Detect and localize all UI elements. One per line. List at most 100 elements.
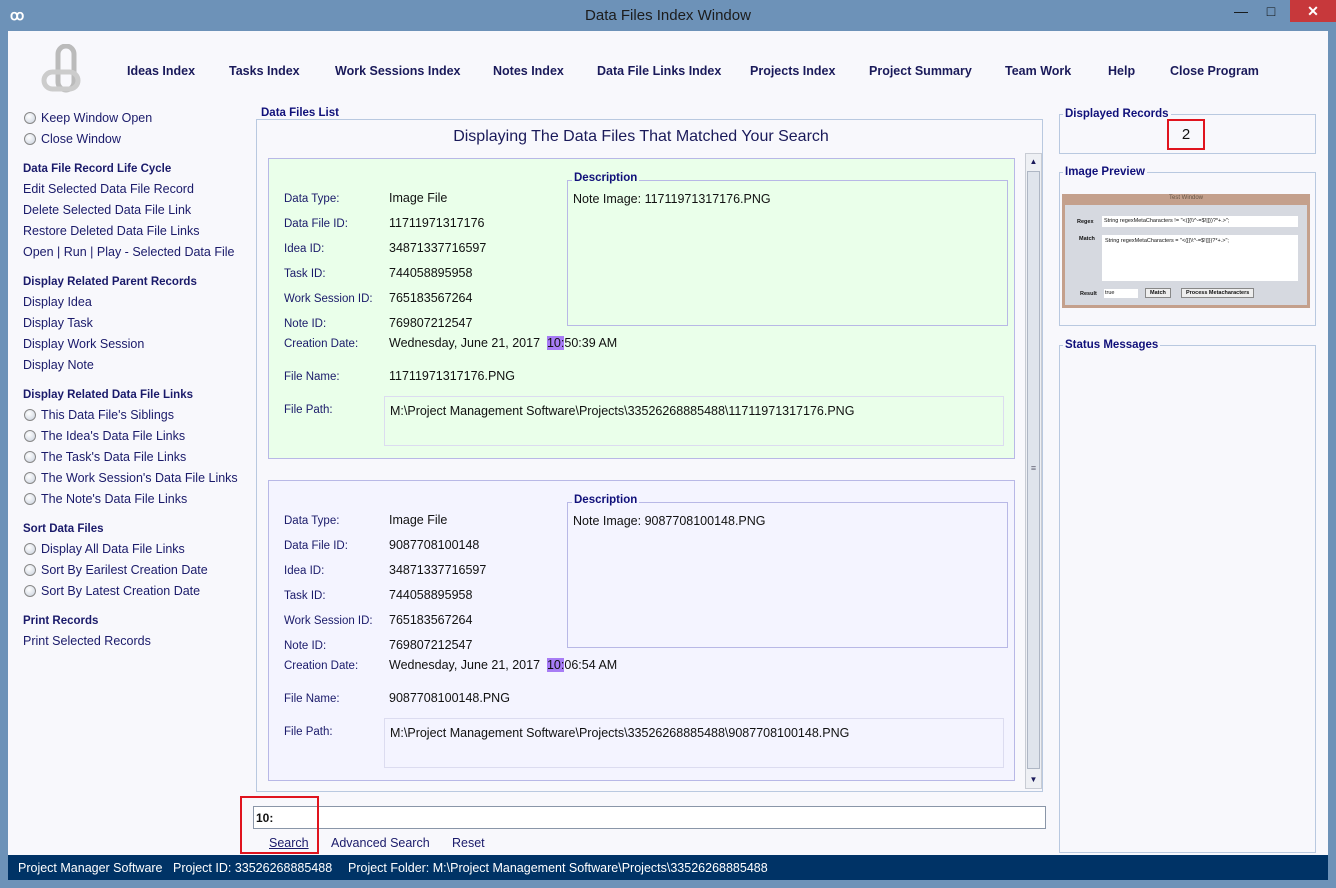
sort-option[interactable]: Sort By Earilest Creation Date: [24, 563, 208, 577]
radio-button[interactable]: [24, 430, 36, 442]
search-input[interactable]: 10:: [253, 806, 1046, 829]
highlight-box: [240, 796, 319, 854]
record-value-description: Note Image: 11711971317176.PNG: [573, 192, 771, 206]
preview-window-title: Test Window: [1168, 195, 1203, 201]
maximize-button[interactable]: □: [1256, 0, 1286, 22]
window-option-label: Close Window: [41, 132, 121, 146]
status-project-id: Project ID: 33526268885488: [173, 861, 333, 875]
record-label-note_id: Note ID:: [284, 318, 327, 330]
sort-option-label: Sort By Latest Creation Date: [41, 584, 201, 598]
image-preview-thumbnail[interactable]: Test Window Regex String regexMetaCharac…: [1062, 194, 1310, 308]
data-files-list-label: Data Files List: [259, 107, 341, 119]
lifecycle-heading: Data File Record Life Cycle: [23, 163, 172, 175]
record-label-idea_id: Idea ID:: [284, 243, 325, 255]
nav-data-file-links-index[interactable]: Data File Links Index: [597, 64, 721, 78]
date-part: 06:54 AM: [564, 658, 618, 672]
record-value-date: Wednesday, June 21, 2017 10:06:54 AM: [389, 658, 617, 672]
data-file-links-option[interactable]: The Idea's Data File Links: [24, 429, 185, 443]
print-heading: Print Records: [23, 615, 99, 627]
advanced-search-button[interactable]: Advanced Search: [331, 836, 430, 850]
radio-button[interactable]: [24, 543, 36, 555]
data-file-links-option-label: This Data File's Siblings: [41, 408, 174, 422]
reset-button[interactable]: Reset: [452, 836, 485, 850]
record-label-name: File Name:: [284, 693, 340, 705]
radio-button[interactable]: [24, 451, 36, 463]
description-label: Description: [572, 494, 640, 506]
file-path-field: M:\Project Management Software\Projects\…: [384, 396, 1004, 446]
record-value-task_id: 744058895958: [389, 588, 473, 602]
lifecycle-action[interactable]: Open | Run | Play - Selected Data File: [23, 245, 234, 259]
status-app-name: Project Manager Software: [18, 861, 163, 875]
status-messages-label: Status Messages: [1063, 339, 1161, 351]
record-value-type: Image File: [389, 513, 448, 527]
display-parent-action[interactable]: Display Task: [23, 316, 93, 330]
radio-button[interactable]: [24, 472, 36, 484]
lifecycle-action[interactable]: Restore Deleted Data File Links: [23, 224, 199, 238]
data-file-links-option-label: The Work Session's Data File Links: [41, 471, 238, 485]
record-label-date: Creation Date:: [284, 660, 359, 672]
nav-team-work[interactable]: Team Work: [1005, 64, 1071, 78]
status-messages-panel: [1059, 345, 1316, 853]
description-field[interactable]: Note Image: 9087708100148.PNG: [567, 502, 1008, 648]
window-option[interactable]: Keep Window Open: [24, 111, 152, 125]
data-file-links-option[interactable]: This Data File's Siblings: [24, 408, 174, 422]
nav-help[interactable]: Help: [1108, 64, 1135, 78]
record-value-name: 11711971317176.PNG: [389, 369, 516, 383]
radio-button[interactable]: [24, 585, 36, 597]
data-file-links-option[interactable]: The Task's Data File Links: [24, 450, 186, 464]
lifecycle-action-label: Restore Deleted Data File Links: [23, 224, 200, 238]
data-file-links-option-label: The Task's Data File Links: [41, 450, 187, 464]
record-value-idea_id: 34871337716597: [389, 241, 487, 255]
display-parent-action[interactable]: Display Work Session: [23, 337, 144, 351]
preview-regex-label: Regex: [1077, 219, 1094, 225]
data-file-links-option[interactable]: The Note's Data File Links: [24, 492, 187, 506]
radio-button[interactable]: [24, 409, 36, 421]
record-label-task_id: Task ID:: [284, 268, 326, 280]
nav-close-program[interactable]: Close Program: [1170, 64, 1259, 78]
scroll-up-arrow-icon[interactable]: ▲: [1026, 154, 1041, 170]
record-label-task_id: Task ID:: [284, 590, 326, 602]
data-file-links-option[interactable]: The Work Session's Data File Links: [24, 471, 238, 485]
sort-option[interactable]: Sort By Latest Creation Date: [24, 584, 200, 598]
record-label-session_id: Work Session ID:: [284, 615, 373, 627]
nav-work-sessions-index[interactable]: Work Sessions Index: [335, 64, 461, 78]
record-value-file_id: 11711971317176: [389, 216, 485, 230]
nav-ideas-index[interactable]: Ideas Index: [127, 64, 195, 78]
list-scrollbar[interactable]: ▲ ≡ ▼: [1025, 153, 1042, 789]
displayed-records-count: 2: [1167, 119, 1205, 150]
record-value-path: M:\Project Management Software\Projects\…: [390, 404, 855, 418]
record-label-idea_id: Idea ID:: [284, 565, 325, 577]
radio-button[interactable]: [24, 133, 36, 145]
close-button[interactable]: ✕: [1290, 0, 1336, 22]
display-parent-action[interactable]: Display Idea: [23, 295, 92, 309]
data-file-record[interactable]: Data Type: Image File Data File ID: 9087708…: [268, 480, 1015, 781]
record-label-path: File Path:: [284, 404, 333, 416]
data-file-record[interactable]: Data Type: Image File Data File ID: 1171197…: [268, 158, 1015, 459]
radio-button[interactable]: [24, 564, 36, 576]
window-title: Data Files Index Window: [585, 7, 751, 24]
window-option[interactable]: Close Window: [24, 132, 121, 146]
preview-result-label: Result: [1080, 291, 1097, 297]
lifecycle-action[interactable]: Edit Selected Data File Record: [23, 182, 194, 196]
record-value-task_id: 744058895958: [389, 266, 473, 280]
display-parent-action-label: Display Task: [23, 316, 93, 330]
radio-button[interactable]: [24, 112, 36, 124]
radio-button[interactable]: [24, 493, 36, 505]
description-field[interactable]: Note Image: 11711971317176.PNG: [567, 180, 1008, 326]
record-value-path: M:\Project Management Software\Projects\…: [390, 726, 850, 740]
nav-projects-index[interactable]: Projects Index: [750, 64, 835, 78]
scroll-thumb[interactable]: ≡: [1027, 171, 1040, 769]
record-value-session_id: 765183567264: [389, 291, 473, 305]
minimize-button[interactable]: —: [1226, 0, 1256, 22]
search-match-highlight: 10:: [546, 336, 565, 350]
lifecycle-action[interactable]: Delete Selected Data File Link: [23, 203, 191, 217]
display-parent-action[interactable]: Display Note: [23, 358, 94, 372]
scroll-down-arrow-icon[interactable]: ▼: [1026, 772, 1041, 788]
print-action[interactable]: Print Selected Records: [23, 634, 151, 648]
sort-option[interactable]: Display All Data File Links: [24, 542, 185, 556]
nav-project-summary[interactable]: Project Summary: [869, 64, 972, 78]
record-value-note_id: 769807212547: [389, 638, 473, 652]
date-part: Wednesday, June 21, 2017: [389, 658, 547, 672]
nav-tasks-index[interactable]: Tasks Index: [229, 64, 300, 78]
nav-notes-index[interactable]: Notes Index: [493, 64, 564, 78]
